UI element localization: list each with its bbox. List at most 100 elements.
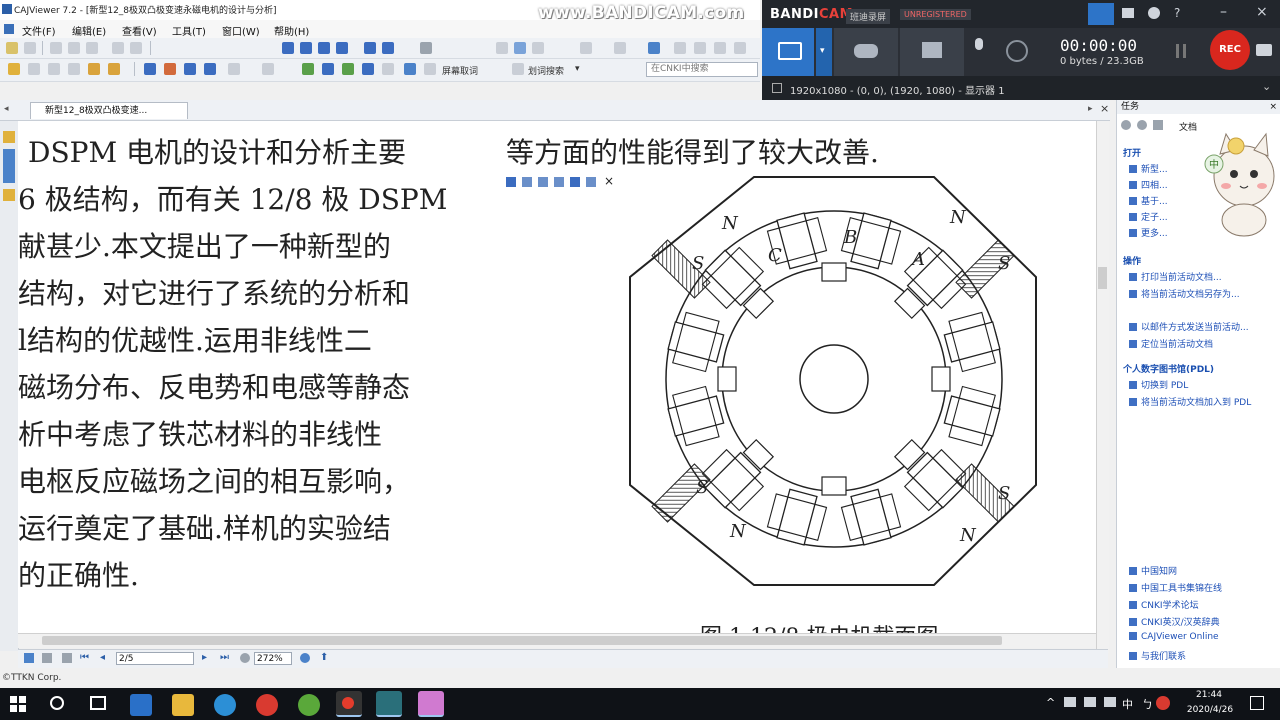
bandicam-lock-icon[interactable] — [1088, 3, 1114, 25]
next-page-icon[interactable] — [318, 42, 330, 54]
ime-tray-text[interactable]: ㄅ — [1142, 696, 1153, 712]
bandicam-site-label[interactable]: 班迪录屏 — [846, 9, 891, 24]
game-mode-icon[interactable] — [834, 28, 898, 76]
save-as-link[interactable]: 将当前活动文档另存为... — [1129, 287, 1240, 300]
last-page-icon[interactable]: ⏭ — [220, 652, 229, 663]
locate-doc-link[interactable]: 定位当前活动文档 — [1129, 337, 1213, 350]
minimize-icon[interactable]: – — [1220, 4, 1227, 20]
strikeout-icon[interactable] — [322, 63, 334, 75]
annotation-pen-icon[interactable] — [3, 189, 15, 201]
home-icon[interactable] — [1153, 120, 1163, 130]
forward-icon[interactable] — [382, 42, 394, 54]
kugou-icon[interactable] — [214, 694, 236, 716]
bandicam-unregistered-badge[interactable]: UNREGISTERED — [900, 9, 971, 20]
cnki-link[interactable]: 中国知网 — [1129, 564, 1177, 577]
copy-icon[interactable] — [68, 42, 80, 54]
search-word-icon[interactable] — [512, 63, 524, 75]
document-page-view[interactable]: DSPM 电机的设计和分析主要 6 极结构，而有关 12/8 极 DSPM 献甚… — [18, 121, 1098, 633]
next-page-icon[interactable]: ▸ — [202, 652, 207, 663]
search-icon[interactable] — [50, 696, 64, 710]
text-select-icon[interactable] — [48, 63, 60, 75]
menu-edit[interactable]: 编辑(E) — [72, 23, 106, 38]
back-icon[interactable] — [364, 42, 376, 54]
horizontal-scroll-thumb[interactable] — [42, 636, 1002, 645]
menu-tools[interactable]: 工具(T) — [172, 23, 206, 38]
device-mode-icon[interactable] — [900, 28, 964, 76]
reference-link[interactable]: 中国工具书集锦在线 — [1129, 581, 1222, 594]
bandicam-taskbar-icon[interactable] — [336, 691, 362, 717]
volume-icon[interactable] — [1084, 697, 1096, 707]
erase-icon[interactable] — [382, 63, 394, 75]
screen-mode-icon[interactable] — [762, 28, 814, 76]
directory-tab[interactable] — [3, 149, 15, 183]
menu-help[interactable]: 帮助(H) — [274, 23, 309, 38]
last-page-icon[interactable] — [336, 42, 348, 54]
actual-size-icon[interactable] — [694, 42, 706, 54]
menu-file[interactable]: 文件(F) — [22, 23, 56, 38]
switch-pdl-link[interactable]: 切换到 PDL — [1129, 378, 1188, 391]
zoom-out-icon[interactable] — [734, 42, 746, 54]
netease-music-icon[interactable] — [256, 694, 278, 716]
save-image-icon[interactable] — [506, 177, 516, 187]
first-page-icon[interactable]: ⏮ — [80, 652, 89, 663]
microphone-icon[interactable] — [968, 28, 990, 76]
panel-doc-selector[interactable]: 文档 — [1179, 120, 1197, 133]
heart-icon[interactable] — [424, 63, 436, 75]
vertical-scroll-thumb[interactable] — [1098, 267, 1107, 289]
note-icon[interactable] — [228, 63, 240, 75]
tab-scroll-right-icon[interactable]: ▸ — [1088, 104, 1093, 114]
menu-window[interactable]: 窗口(W) — [222, 23, 260, 38]
close-icon[interactable]: × — [1256, 4, 1268, 20]
record-button[interactable]: REC — [1210, 30, 1250, 70]
more-docs-link[interactable]: 更多... — [1129, 226, 1168, 239]
zoom-icon[interactable] — [420, 42, 432, 54]
zoom-in-icon[interactable] — [300, 653, 310, 663]
tray-expand-icon[interactable]: ^ — [1046, 696, 1055, 709]
screen-word-select-button[interactable]: 屏幕取词 — [442, 64, 478, 77]
ellipse-icon[interactable] — [204, 63, 216, 75]
document-menu-icon[interactable] — [4, 24, 14, 34]
print-icon[interactable] — [50, 42, 62, 54]
single-page-icon[interactable] — [496, 42, 508, 54]
recent-doc-link[interactable]: 四相... — [1129, 178, 1168, 191]
cat-app-taskbar-icon[interactable] — [418, 691, 444, 717]
chevron-down-icon[interactable]: ▾ — [575, 64, 580, 74]
clock-date[interactable]: 2020/4/26 — [1180, 705, 1240, 715]
forward-icon[interactable] — [1137, 120, 1147, 130]
bookmark-icon[interactable] — [262, 63, 274, 75]
save-icon[interactable] — [24, 42, 36, 54]
back-icon[interactable] — [1121, 120, 1131, 130]
recent-doc-link[interactable]: 定子... — [1129, 210, 1168, 223]
tab-document[interactable]: 新型12_8极双凸极变速... — [30, 102, 188, 119]
pen-icon[interactable] — [144, 63, 156, 75]
chevron-down-icon[interactable]: ⌄ — [1262, 80, 1271, 93]
fit-page-icon[interactable] — [614, 42, 626, 54]
cajviewer-online-link[interactable]: CAJViewer Online — [1129, 632, 1219, 642]
zoom-out-icon[interactable] — [240, 653, 250, 663]
ocr-icon[interactable] — [88, 63, 100, 75]
tab-scroll-left-icon[interactable]: ◂ — [4, 104, 9, 114]
notification-icon[interactable] — [1250, 696, 1264, 710]
image-select-icon[interactable] — [68, 63, 80, 75]
ocr-image-icon[interactable] — [554, 177, 564, 187]
clock-icon[interactable] — [1148, 7, 1160, 19]
navigation-side-strip[interactable] — [0, 121, 19, 651]
recent-doc-link[interactable]: 基于... — [1129, 194, 1168, 207]
pause-icon[interactable] — [1176, 44, 1186, 58]
facing-page-icon[interactable] — [532, 42, 544, 54]
netease-tray-icon[interactable] — [1156, 696, 1170, 710]
rectangle-icon[interactable] — [184, 63, 196, 75]
add-to-pdl-link[interactable]: 将当前活动文档加入到 PDL — [1129, 395, 1251, 408]
zoom-slider-icon[interactable]: ⬆ — [320, 652, 328, 663]
close-toolbar-icon[interactable]: × — [604, 174, 614, 188]
page-number-input[interactable]: 2/5 — [116, 652, 194, 665]
ime-indicator[interactable]: 中 — [1122, 696, 1133, 712]
mode-dropdown-icon[interactable]: ▾ — [816, 28, 832, 76]
contact-us-link[interactable]: 与我们联系 — [1129, 649, 1186, 662]
battery-icon[interactable] — [1104, 697, 1116, 707]
file-explorer-icon[interactable] — [172, 694, 194, 716]
webcam-icon[interactable] — [994, 28, 1038, 76]
browser-icon[interactable] — [298, 694, 320, 716]
open-icon[interactable] — [6, 42, 18, 54]
fit-width-icon[interactable] — [674, 42, 686, 54]
